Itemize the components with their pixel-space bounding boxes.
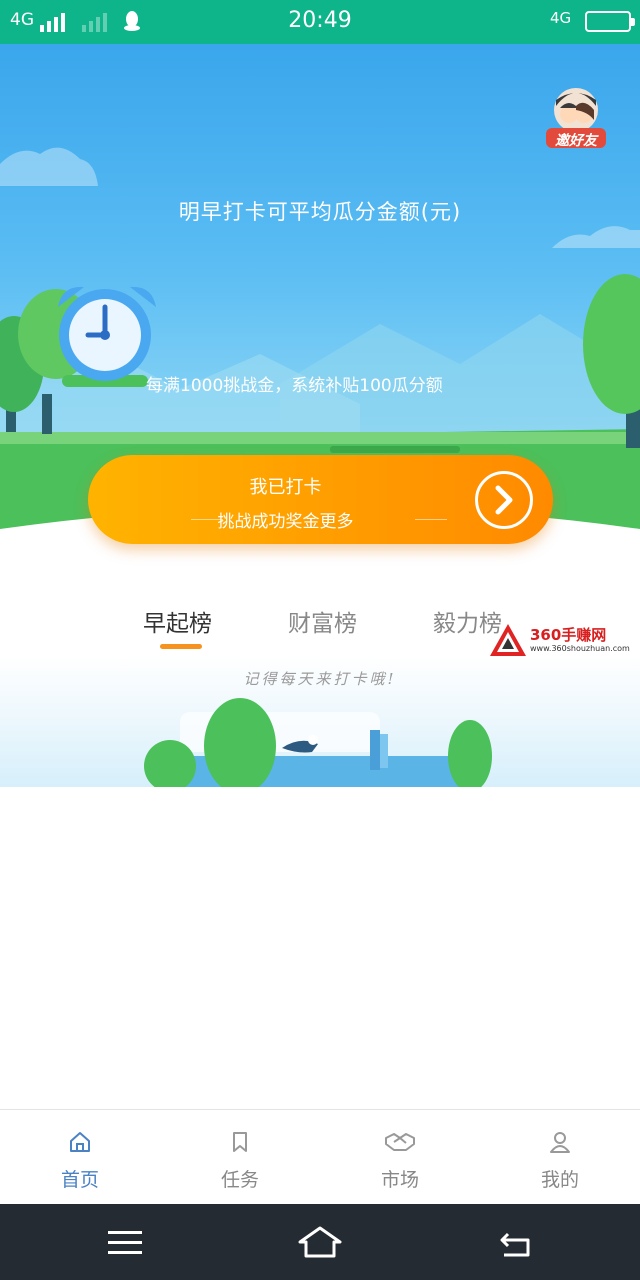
user-icon [548, 1130, 572, 1158]
bottom-nav: 首页 任务 市场 我的 [0, 1109, 640, 1204]
checkin-button[interactable]: 我已打卡 挑战成功奖金更多 [88, 455, 553, 544]
watermark-url: www.360shouzhuan.com [530, 644, 630, 653]
divider [415, 519, 447, 520]
chevron-right-icon[interactable] [475, 471, 533, 529]
watermark-logo-icon [490, 624, 526, 656]
empty-state-illustration [144, 698, 492, 787]
handshake-icon [384, 1130, 416, 1158]
checkin-label: 我已打卡 [249, 477, 322, 498]
invite-friends-button[interactable]: 邀好友 [542, 86, 610, 150]
nav-item-tasks[interactable]: 任务 [160, 1110, 320, 1205]
home-icon [68, 1130, 92, 1158]
nav-item-market[interactable]: 市场 [320, 1110, 480, 1205]
divider [191, 519, 223, 520]
nav-item-me[interactable]: 我的 [480, 1110, 640, 1205]
tab-underline [160, 644, 202, 649]
menu-icon[interactable] [108, 1230, 142, 1256]
network-type-label-right: 4G [550, 9, 572, 27]
tab-early-rise[interactable]: 早起榜 [143, 604, 212, 638]
bookmark-icon [228, 1130, 252, 1158]
system-nav-bar [0, 1204, 640, 1280]
nav-label-market: 市场 [380, 1169, 419, 1191]
watermark-text: 360手赚网 [530, 626, 607, 644]
hero-title: 明早打卡可平均瓜分金额(元) [178, 200, 462, 224]
tab-wealth[interactable]: 财富榜 [288, 604, 357, 638]
app-screen: 4G 20:49 4G 邀好友 明早打卡可平均瓜分金额(元) 每满1000挑战金… [0, 0, 640, 1280]
watermark: 360手赚网 www.360shouzhuan.com [488, 622, 638, 658]
invite-friends-label: 邀好友 [555, 133, 597, 149]
clock-time: 20:49 [288, 8, 352, 33]
leaderboard-empty-state: 记得每天来打卡哦! [0, 656, 640, 787]
hero-subtitle: 每满1000挑战金，系统补贴100瓜分额 [146, 376, 443, 396]
nav-item-home[interactable]: 首页 [0, 1110, 160, 1205]
nav-label-tasks: 任务 [220, 1169, 259, 1191]
nav-label-me: 我的 [540, 1169, 579, 1191]
status-bar: 4G 20:49 4G [0, 0, 640, 44]
battery-icon [585, 11, 635, 32]
nav-label-home: 首页 [60, 1169, 99, 1191]
back-icon[interactable] [498, 1230, 532, 1258]
home-outline-icon[interactable] [298, 1226, 342, 1258]
